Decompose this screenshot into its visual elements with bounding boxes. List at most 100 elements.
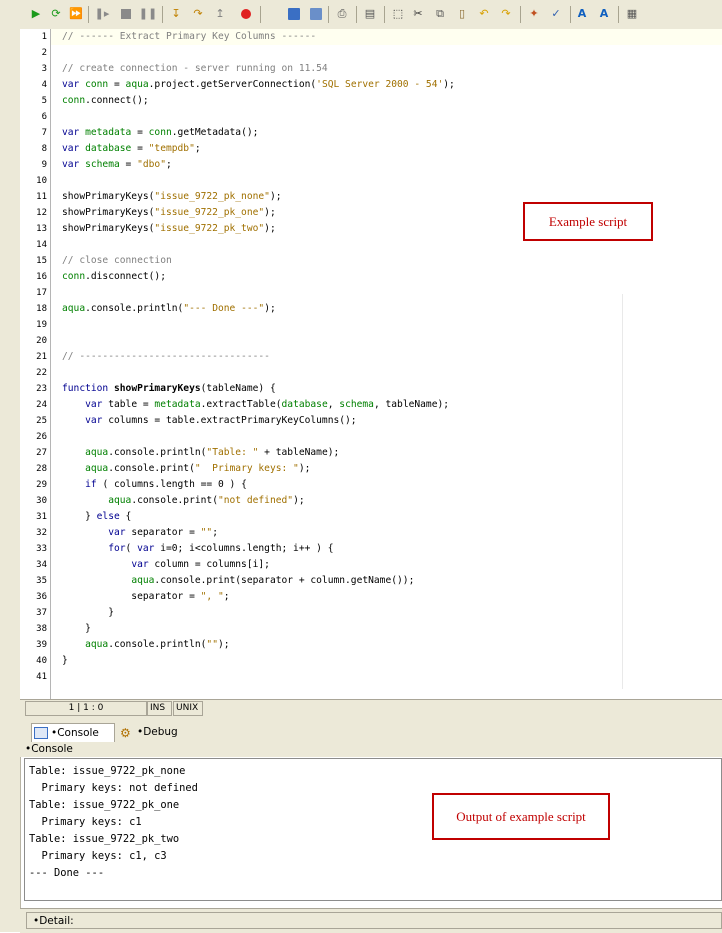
code-line: var metadata = conn.getMetadata();	[62, 127, 259, 138]
code-line: aqua.console.println("Table: " + tableNa…	[85, 447, 340, 458]
line-number: 20	[36, 336, 47, 346]
console-line: Primary keys: not defined	[29, 782, 198, 794]
save-all-icon[interactable]	[308, 6, 324, 22]
copy-icon[interactable]: ⧉	[432, 6, 448, 22]
insert-mode: INS	[147, 701, 172, 716]
code-line: showPrimaryKeys("issue_9722_pk_one");	[62, 207, 276, 218]
line-number: 34	[36, 560, 47, 570]
line-number: 7	[41, 128, 47, 138]
line-number: 13	[36, 224, 47, 234]
line-number: 37	[36, 608, 47, 618]
code-line: }	[62, 623, 91, 634]
replace-icon[interactable]: A	[596, 6, 612, 22]
toolbar-separator	[570, 6, 571, 23]
line-number: 32	[36, 528, 47, 538]
code-line: // create connection - server running on…	[62, 63, 328, 74]
code-editor[interactable]: 1 2 3 4 5 6 7 8 9 10 11 12 13 14 15 16 1…	[20, 29, 722, 699]
line-number: 10	[36, 176, 47, 186]
left-dock-bar	[0, 0, 21, 932]
toolbar-separator	[162, 6, 163, 23]
breakpoint-icon[interactable]	[238, 6, 254, 22]
code-line: conn.disconnect();	[62, 271, 166, 282]
code-line: var table = metadata.extractTable(databa…	[85, 399, 450, 410]
check-icon[interactable]: ✓	[548, 6, 564, 22]
line-number: 19	[36, 320, 47, 330]
line-number: 39	[36, 640, 47, 650]
line-number: 16	[36, 272, 47, 282]
undo-icon[interactable]: ↶	[476, 6, 492, 22]
cursor-position: 1 | 1 : 0	[25, 701, 147, 716]
tab-console[interactable]: •Console	[31, 723, 115, 742]
line-number: 5	[41, 96, 47, 106]
print-margin-line	[622, 294, 623, 689]
line-number-gutter: 1 2 3 4 5 6 7 8 9 10 11 12 13 14 15 16 1…	[20, 29, 51, 699]
line-number: 24	[36, 400, 47, 410]
console-line: Table: issue_9722_pk_none	[29, 765, 186, 777]
line-number: 38	[36, 624, 47, 634]
code-line: // close connection	[62, 255, 172, 266]
step-over-icon[interactable]: ↷	[190, 6, 206, 22]
output-callout: Output of example script	[432, 793, 610, 840]
console-line: Primary keys: c1, c3	[29, 850, 167, 862]
line-number: 4	[41, 80, 47, 90]
step-out-icon[interactable]: ↥	[212, 6, 228, 22]
line-number: 27	[36, 448, 47, 458]
console-line: --- Done ---	[29, 867, 105, 879]
code-line: var column = columns[i];	[131, 559, 270, 570]
code-line: aqua.console.print(" Primary keys: ");	[85, 463, 311, 474]
console-panel-title: •Console	[20, 742, 722, 757]
line-number: 40	[36, 656, 47, 666]
code-line: showPrimaryKeys("issue_9722_pk_two");	[62, 223, 276, 234]
run-all-icon[interactable]: ⏩	[68, 6, 84, 22]
step-into-icon[interactable]: ↧	[168, 6, 184, 22]
detail-label: •Detail:	[26, 912, 722, 929]
toolbar-separator	[88, 6, 89, 23]
line-number: 12	[36, 208, 47, 218]
code-line: var separator = "";	[108, 527, 218, 538]
editor-status-bar: 1 | 1 : 0 INS UNIX	[20, 699, 722, 717]
stop-icon[interactable]	[118, 6, 134, 22]
cut-icon[interactable]: ✂	[410, 6, 426, 22]
line-number: 31	[36, 512, 47, 522]
line-number: 36	[36, 592, 47, 602]
code-line: var database = "tempdb";	[62, 143, 201, 154]
line-number: 15	[36, 256, 47, 266]
line-number: 8	[41, 144, 47, 154]
tab-debug[interactable]: ⚙ •Debug	[118, 723, 190, 742]
toolbar-separator	[384, 6, 385, 23]
bottom-tab-strip: •Console ⚙ •Debug	[20, 721, 722, 743]
line-number: 3	[41, 64, 47, 74]
run-step-icon[interactable]: ⟳	[48, 6, 64, 22]
settings-icon[interactable]: ▦	[624, 6, 640, 22]
console-line: Table: issue_9722_pk_two	[29, 833, 180, 845]
line-number: 2	[41, 48, 47, 58]
find-icon[interactable]: A	[574, 6, 590, 22]
select-icon[interactable]: ⬚	[390, 6, 406, 22]
pause-all-icon[interactable]: ❚❚	[139, 6, 157, 22]
pause-icon[interactable]: ❚▸	[94, 6, 110, 22]
code-line: for( var i=0; i<columns.length; i++ ) {	[108, 543, 334, 554]
console-line: Table: issue_9722_pk_one	[29, 799, 180, 811]
console-output[interactable]: Table: issue_9722_pk_none Primary keys: …	[24, 758, 722, 901]
code-line: if ( columns.length == 0 ) {	[85, 479, 247, 490]
page-icon[interactable]: ▤	[362, 6, 378, 22]
print-icon[interactable]: ⎙	[334, 6, 350, 22]
tab-debug-label: •Debug	[137, 726, 178, 738]
run-icon[interactable]: ▶	[28, 6, 44, 22]
line-number: 26	[36, 432, 47, 442]
paste-icon[interactable]: ▯	[454, 6, 470, 22]
detail-panel: •Detail:	[20, 908, 722, 933]
code-line: } else {	[62, 511, 132, 522]
line-number: 23	[36, 384, 47, 394]
toolbar-separator	[260, 6, 261, 23]
console-title-label: •Console	[25, 743, 73, 755]
save-icon[interactable]	[286, 6, 302, 22]
line-number: 33	[36, 544, 47, 554]
wand-icon[interactable]: ✦	[526, 6, 542, 22]
redo-icon[interactable]: ↷	[498, 6, 514, 22]
code-line: function showPrimaryKeys(tableName) {	[62, 383, 276, 394]
code-line: showPrimaryKeys("issue_9722_pk_none");	[62, 191, 282, 202]
line-number: 41	[36, 672, 47, 682]
console-icon	[34, 727, 48, 739]
toolbar-separator	[328, 6, 329, 23]
